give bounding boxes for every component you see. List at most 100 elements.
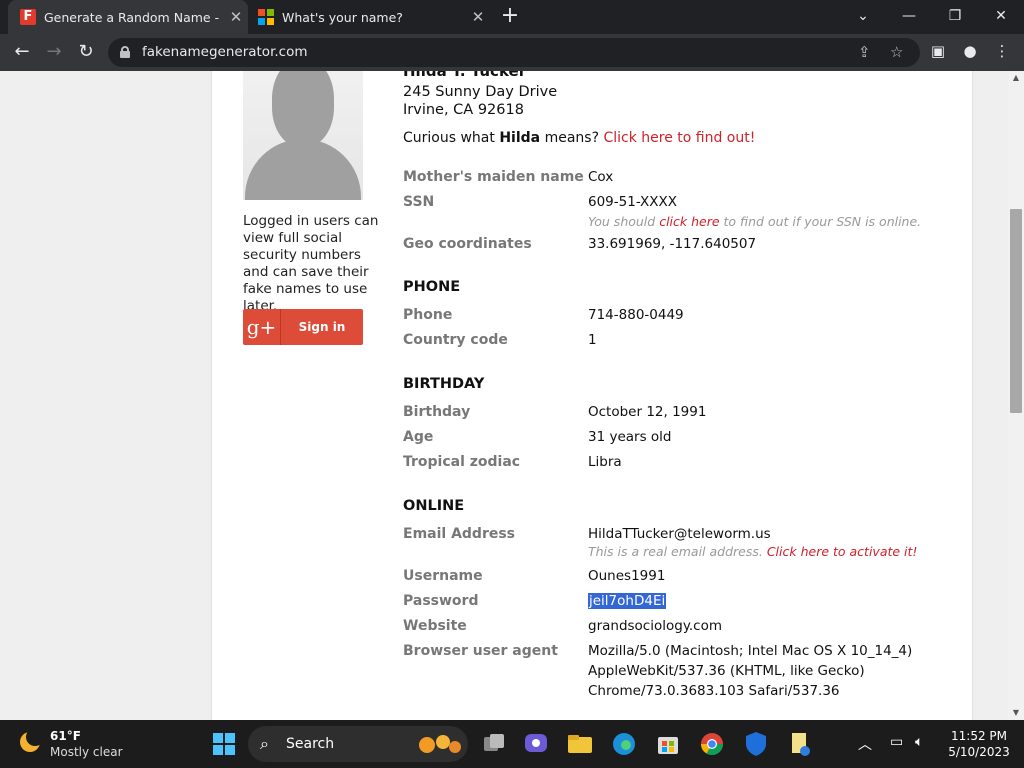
age-label: Age xyxy=(403,429,434,445)
close-tab-icon[interactable]: ✕ xyxy=(224,8,248,26)
login-note: Logged in users can view full social sec… xyxy=(243,213,379,314)
curious-prefix: Curious what xyxy=(403,130,500,146)
close-window-button[interactable]: ✕ xyxy=(978,0,1024,34)
maiden-name-value: Cox xyxy=(588,169,614,185)
website-label: Website xyxy=(403,618,467,634)
page-viewport: Logged in users can view full social sec… xyxy=(0,71,1008,720)
scroll-down-icon[interactable]: ▼ xyxy=(1008,706,1024,720)
ssn-note-suffix: to find out if your SSN is online. xyxy=(719,214,922,229)
username-value: Ounes1991 xyxy=(588,568,666,584)
defender-shield-icon[interactable] xyxy=(740,728,772,760)
geo-label: Geo coordinates xyxy=(403,236,532,252)
share-icon[interactable]: ⇪ xyxy=(858,43,871,61)
show-hidden-icons-chevron-icon[interactable]: ︿ xyxy=(858,734,872,754)
weather-condition[interactable]: Mostly clear xyxy=(50,745,123,759)
file-explorer-icon[interactable] xyxy=(564,728,596,760)
email-value: HildaTTucker@teleworm.us xyxy=(588,526,771,542)
password-label: Password xyxy=(403,593,479,609)
scroll-up-icon[interactable]: ▲ xyxy=(1008,71,1024,85)
email-note: This is a real email address. Click here… xyxy=(588,544,917,559)
user-agent-line: Chrome/73.0.3683.103 Safari/537.36 xyxy=(588,683,840,699)
address-line-1: 245 Sunny Day Drive xyxy=(403,84,558,100)
name-meaning-line: Curious what Hilda means? Click here to … xyxy=(403,130,755,146)
menu-kebab-icon[interactable]: ⋮ xyxy=(991,42,1013,60)
network-icon[interactable]: ▭ xyxy=(890,734,903,750)
taskbar-clock[interactable]: 11:52 PM 5/10/2023 xyxy=(940,728,1018,760)
ssn-check-link[interactable]: click here xyxy=(659,214,719,229)
avatar-silhouette xyxy=(243,71,363,200)
identity-card: Logged in users can view full social sec… xyxy=(211,71,973,720)
windows-taskbar: 61°F Mostly clear ⌕ Search ︿ ▭ 🔈︎ 11:52 … xyxy=(0,720,1024,768)
minimize-button[interactable]: — xyxy=(886,0,932,34)
address-line-2: Irvine, CA 92618 xyxy=(403,102,524,118)
back-button[interactable]: ← xyxy=(8,38,36,66)
forward-button[interactable]: → xyxy=(40,38,68,66)
phone-label: Phone xyxy=(403,307,453,323)
profile-icon[interactable]: ● xyxy=(959,42,981,60)
online-heading: ONLINE xyxy=(403,498,465,514)
scrollbar-thumb[interactable] xyxy=(1010,209,1022,413)
zodiac-value: Libra xyxy=(588,454,622,470)
close-tab-icon[interactable]: ✕ xyxy=(466,8,490,26)
website-value: grandsociology.com xyxy=(588,618,723,634)
weather-moon-icon[interactable] xyxy=(18,728,44,754)
clock-time: 11:52 PM xyxy=(951,729,1007,743)
country-code-label: Country code xyxy=(403,332,508,348)
ssn-label: SSN xyxy=(403,194,435,210)
birthday-value: October 12, 1991 xyxy=(588,404,707,420)
password-selected-text[interactable]: jeil7ohD4Ei xyxy=(588,593,667,609)
microsoft-favicon-icon xyxy=(258,9,274,25)
email-label: Email Address xyxy=(403,526,516,542)
start-button-icon[interactable] xyxy=(213,733,235,755)
address-bar[interactable]: fakenamegenerator.com ⇪ ☆ xyxy=(108,38,920,67)
ssn-note: You should click here to find out if you… xyxy=(588,214,921,229)
person-name: Hilda T. Tucker xyxy=(403,71,527,80)
curious-name: Hilda xyxy=(499,130,541,146)
document-app-icon[interactable] xyxy=(784,728,816,760)
ssn-note-prefix: You should xyxy=(588,214,660,229)
user-agent-line: Mozilla/5.0 (Macintosh; Intel Mac OS X 1… xyxy=(588,643,913,659)
age-value: 31 years old xyxy=(588,429,672,445)
google-signin-button[interactable]: g+ Sign in xyxy=(243,309,363,345)
user-agent-value: Mozilla/5.0 (Macintosh; Intel Mac OS X 1… xyxy=(588,641,912,701)
new-tab-button[interactable]: + xyxy=(498,4,522,28)
tab-fake-name-generator[interactable]: F Generate a Random Name - Fake ✕ xyxy=(8,0,248,34)
geo-coordinates-link[interactable]: 33.691969, -117.640507 xyxy=(588,236,756,252)
tab-strip: F Generate a Random Name - Fake ✕ What's… xyxy=(0,0,1024,34)
password-value[interactable]: jeil7ohD4Ei xyxy=(588,593,667,609)
url-text[interactable]: fakenamegenerator.com xyxy=(142,44,308,60)
microsoft-store-icon[interactable] xyxy=(652,728,684,760)
fakename-favicon-icon: F xyxy=(20,9,36,25)
user-agent-line: AppleWebKit/537.36 (KHTML, like Gecko) xyxy=(588,663,865,679)
reload-button[interactable]: ↻ xyxy=(72,38,100,66)
side-panel-icon[interactable]: ▣ xyxy=(927,42,949,60)
weather-temperature[interactable]: 61°F xyxy=(50,729,81,743)
zodiac-label: Tropical zodiac xyxy=(403,454,521,470)
chat-icon[interactable] xyxy=(520,728,552,760)
chrome-browser-icon[interactable] xyxy=(696,728,728,760)
google-plus-icon: g+ xyxy=(243,309,281,345)
birthday-heading: BIRTHDAY xyxy=(403,376,485,392)
search-highlight-flowers-icon xyxy=(419,735,461,753)
bookmark-star-icon[interactable]: ☆ xyxy=(890,43,903,61)
tab-whats-your-name[interactable]: What's your name? ✕ xyxy=(250,0,490,34)
country-code-value: 1 xyxy=(588,332,597,348)
taskbar-search-box[interactable]: ⌕ Search xyxy=(248,726,468,762)
restore-button[interactable]: ❐ xyxy=(932,0,978,34)
browser-toolbar: ← → ↻ fakenamegenerator.com ⇪ ☆ ▣ ● ⋮ xyxy=(0,34,1024,71)
volume-icon[interactable]: 🔈︎ xyxy=(915,734,923,750)
name-meaning-link[interactable]: Click here to find out! xyxy=(603,130,755,146)
lock-icon[interactable] xyxy=(120,46,130,58)
tab-search-chevron-icon[interactable]: ⌄ xyxy=(840,0,886,34)
signin-label: Sign in xyxy=(298,320,346,334)
task-view-icon[interactable] xyxy=(478,728,510,760)
tab-title: Generate a Random Name - Fake xyxy=(44,9,224,25)
email-note-prefix: This is a real email address. xyxy=(588,544,767,559)
activate-email-link[interactable]: Click here to activate it! xyxy=(767,544,918,559)
search-icon: ⌕ xyxy=(260,734,269,753)
edge-browser-icon[interactable] xyxy=(608,728,640,760)
vertical-scrollbar[interactable]: ▲ ▼ xyxy=(1008,71,1024,720)
phone-value: 714-880-0449 xyxy=(588,307,684,323)
birthday-label: Birthday xyxy=(403,404,471,420)
maiden-name-label: Mother's maiden name xyxy=(403,169,584,185)
